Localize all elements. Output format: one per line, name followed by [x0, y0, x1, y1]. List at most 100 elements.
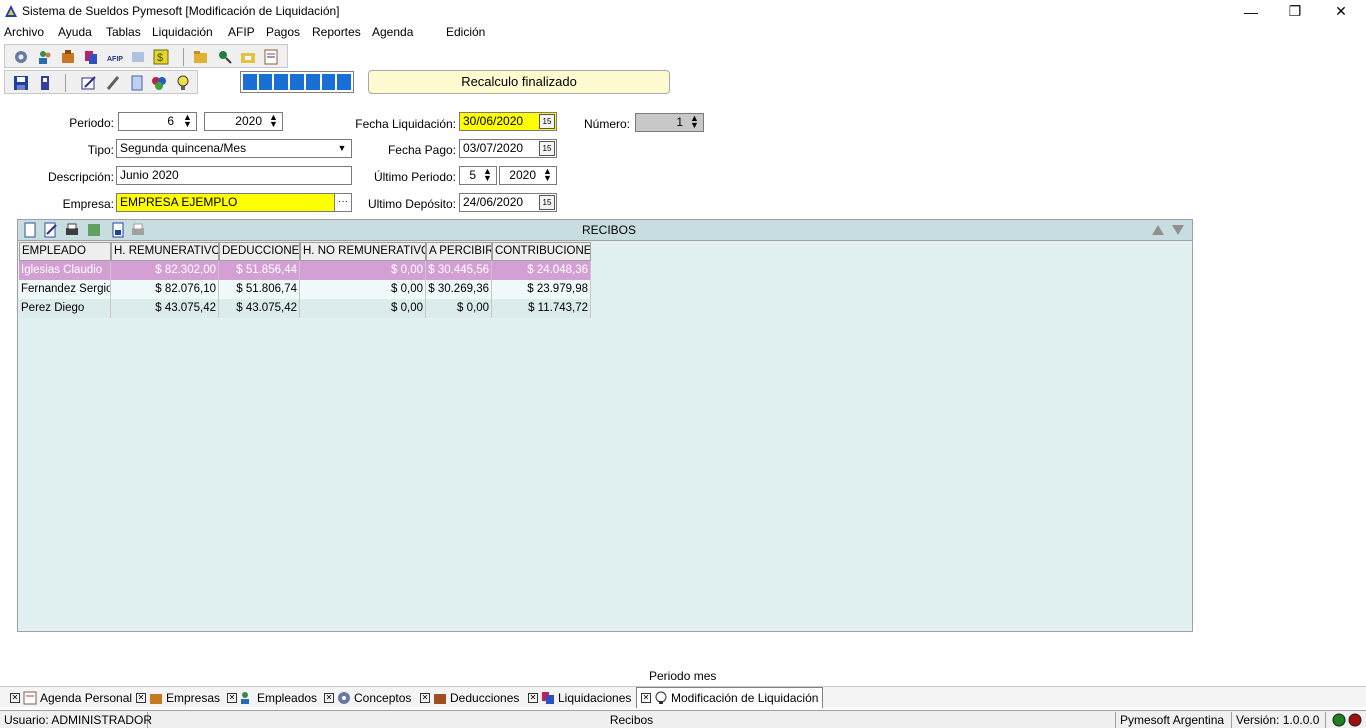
liquidation-icon[interactable] — [83, 49, 99, 65]
table-row[interactable]: Fernandez Sergio $ 82.076,10 $ 51.806,74… — [19, 280, 591, 299]
svg-text:AFIP: AFIP — [107, 56, 123, 63]
status-center: Recibos — [148, 712, 1116, 728]
folder-add-icon[interactable] — [240, 49, 256, 65]
close-icon[interactable]: ✕ — [227, 692, 237, 703]
new-doc-icon[interactable] — [22, 222, 38, 238]
periodo-anio-stepper[interactable]: 2020 ▲ ▼ — [204, 112, 283, 131]
spin-arrows-icon[interactable]: ▲ ▼ — [687, 114, 702, 130]
spin-arrows-icon[interactable]: ▲ ▼ — [266, 113, 281, 129]
empresa-label: Empresa: — [62, 197, 114, 211]
minimize-button[interactable]: — — [1228, 0, 1274, 23]
col-empleado[interactable]: EMPLEADO — [19, 242, 111, 261]
tab-agenda-personal[interactable]: ✕ Agenda Personal — [10, 687, 132, 708]
report-icon[interactable] — [263, 49, 279, 65]
refresh-icon[interactable] — [86, 222, 102, 238]
close-icon[interactable]: ✕ — [528, 692, 538, 703]
menu-edicion[interactable]: Edición — [446, 25, 485, 39]
menu-bar: Archivo Ayuda Tablas Liquidación AFIP Pa… — [0, 23, 1366, 43]
col-contribuciones[interactable]: CONTRIBUCIONES — [492, 242, 591, 261]
tab-label: Conceptos — [354, 690, 412, 705]
tab-modificacion-liquidacion[interactable]: ✕ Modificación de Liquidación — [636, 687, 824, 708]
ultimo-deposito-value: 24/06/2020 — [463, 195, 524, 209]
periodo-mes-value: 6 — [167, 114, 174, 128]
user-search-icon[interactable] — [217, 49, 233, 65]
menu-afip[interactable]: AFIP — [228, 25, 255, 39]
save-icon[interactable] — [13, 75, 29, 91]
empresa-input[interactable]: EMPRESA EJEMPLO — [116, 193, 336, 212]
edit-icon[interactable] — [81, 75, 97, 91]
cell-deducciones: $ 43.075,42 — [219, 299, 300, 318]
money-icon[interactable]: $ — [153, 49, 169, 65]
calendar-icon[interactable]: 15 — [539, 141, 555, 156]
print-icon[interactable] — [64, 222, 80, 238]
calendar-icon[interactable]: 15 — [539, 114, 555, 129]
close-icon[interactable]: ✕ — [641, 693, 651, 703]
liquidation-icon — [542, 691, 554, 704]
close-button[interactable]: ✕ — [1318, 0, 1364, 23]
tab-empresas[interactable]: ✕ Empresas — [136, 687, 220, 708]
tab-conceptos[interactable]: ✕ Conceptos — [324, 687, 411, 708]
edit-doc-icon[interactable] — [42, 222, 58, 238]
close-icon[interactable]: ✕ — [420, 692, 430, 703]
calendar-icon[interactable]: 15 — [539, 195, 555, 210]
menu-tablas[interactable]: Tablas — [106, 25, 141, 39]
fecha-liquidacion-input[interactable]: 30/06/2020 15 — [459, 112, 557, 131]
tab-empleados[interactable]: ✕ Empleados — [227, 687, 317, 708]
chevron-down-icon[interactable]: ▼ — [334, 141, 350, 156]
col-h-remunerativos[interactable]: H. REMUNERATIVOS — [111, 242, 219, 261]
list-icon[interactable] — [129, 75, 145, 91]
printer-gray-icon[interactable] — [130, 222, 146, 238]
ultimo-periodo-anio-stepper[interactable]: 2020 ▲ ▼ — [499, 166, 557, 185]
arrow-up-icon[interactable] — [1150, 222, 1166, 238]
fecha-pago-input[interactable]: 03/07/2020 15 — [459, 139, 557, 158]
menu-pagos[interactable]: Pagos — [266, 25, 300, 39]
tab-deducciones[interactable]: ✕ Deducciones — [420, 687, 519, 708]
progress-bar — [240, 71, 354, 93]
open-folder-icon[interactable] — [193, 49, 209, 65]
table-row[interactable]: Iglesias Claudio $ 82.302,00 $ 51.856,44… — [19, 261, 591, 280]
company-icon[interactable] — [60, 49, 76, 65]
document-icon[interactable] — [130, 49, 146, 65]
spin-arrows-icon[interactable]: ▲ ▼ — [540, 167, 555, 183]
col-h-no-remunerativos[interactable]: H. NO REMUNERATIVOS — [300, 242, 426, 261]
menu-archivo[interactable]: Archivo — [4, 25, 44, 39]
col-deducciones[interactable]: DEDUCCIONES — [219, 242, 300, 261]
menu-ayuda[interactable]: Ayuda — [58, 25, 92, 39]
col-a-percibir[interactable]: A PERCIBIR — [426, 242, 492, 261]
close-icon[interactable]: ✕ — [324, 692, 334, 703]
cell-empleado: Fernandez Sergio — [19, 280, 111, 299]
cell-contribuciones: $ 11.743,72 — [492, 299, 591, 318]
exit-icon[interactable] — [37, 75, 53, 91]
afip-icon[interactable]: AFIP — [107, 49, 123, 65]
descripcion-input[interactable]: Junio 2020 — [116, 166, 352, 185]
tab-liquidaciones[interactable]: ✕ Liquidaciones — [528, 687, 631, 708]
pencil-icon[interactable] — [105, 75, 121, 91]
tipo-select[interactable]: Segunda quincena/Mes ▼ — [116, 139, 352, 158]
spin-arrows-icon[interactable]: ▲ ▼ — [480, 167, 495, 183]
close-icon[interactable]: ✕ — [136, 692, 146, 703]
menu-reportes[interactable]: Reportes — [312, 25, 361, 39]
recibos-header: RECIBOS — [18, 220, 1192, 241]
tab-label: Empresas — [166, 690, 221, 705]
cell-h-no-remunerativos: $ 0,00 — [300, 261, 426, 280]
table-row[interactable]: Perez Diego $ 43.075,42 $ 43.075,42 $ 0,… — [19, 299, 591, 318]
arrow-down-icon[interactable] — [1170, 222, 1186, 238]
close-icon[interactable]: ✕ — [10, 692, 20, 703]
numero-stepper[interactable]: 1 ▲ ▼ — [635, 113, 704, 132]
ultimo-deposito-input[interactable]: 24/06/2020 15 — [459, 193, 557, 212]
gear-icon[interactable] — [13, 49, 29, 65]
tipo-value: Segunda quincena/Mes — [120, 141, 247, 155]
menu-liquidacion[interactable]: Liquidación — [152, 25, 213, 39]
recalc-icon[interactable] — [151, 75, 167, 91]
periodo-mes-stepper[interactable]: 6 ▲ ▼ — [118, 112, 197, 131]
cell-empleado: Perez Diego — [19, 299, 111, 318]
restore-button[interactable]: ❐ — [1272, 0, 1318, 23]
export-icon[interactable] — [110, 222, 126, 238]
cell-h-no-remunerativos: $ 0,00 — [300, 280, 426, 299]
menu-agenda[interactable]: Agenda — [372, 25, 413, 39]
employees-icon[interactable] — [37, 49, 53, 65]
ultimo-periodo-mes-stepper[interactable]: 5 ▲ ▼ — [459, 166, 497, 185]
lightbulb-icon[interactable] — [175, 75, 191, 91]
numero-value: 1 — [676, 115, 683, 129]
spin-arrows-icon[interactable]: ▲ ▼ — [180, 113, 195, 129]
